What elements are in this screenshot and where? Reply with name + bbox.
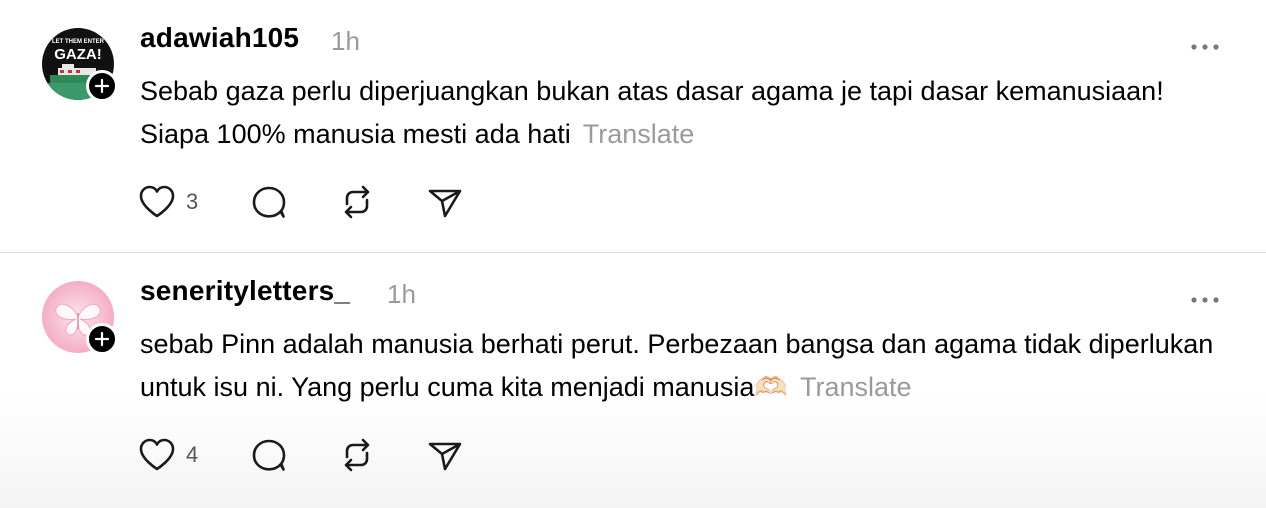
more-button[interactable] (1190, 38, 1220, 50)
share-button[interactable] (426, 182, 464, 222)
more-icon (1191, 297, 1219, 303)
avatar-container[interactable]: LET THEM ENTER GAZA! (42, 28, 118, 104)
like-button[interactable]: 3 (138, 182, 198, 222)
action-bar: 3 (138, 182, 478, 222)
translate-link[interactable]: Translate (800, 372, 912, 402)
send-icon (428, 442, 462, 471)
username[interactable]: senerityletters_ (140, 275, 350, 307)
more-button[interactable] (1190, 291, 1220, 303)
post: LET THEM ENTER GAZA! adawiah105 1h Sebab… (0, 0, 1266, 252)
avatar-container[interactable] (42, 281, 118, 357)
repost-button[interactable] (338, 435, 376, 475)
post-text-container: Sebab gaza perlu diperjuangkan bukan ata… (140, 70, 1230, 156)
send-icon (428, 189, 462, 218)
more-icon (1191, 44, 1219, 50)
avatar-title: GAZA! (54, 46, 102, 63)
post-text: sebab Pinn adalah manusia berhati perut.… (140, 329, 1214, 402)
timestamp: 1h (387, 279, 416, 309)
heart-icon (139, 438, 175, 471)
timestamp: 1h (331, 26, 360, 56)
avatar-caption: LET THEM ENTER (52, 39, 105, 45)
repost-button[interactable] (338, 182, 376, 222)
like-count: 3 (186, 189, 199, 214)
plus-icon (94, 331, 110, 347)
reply-button[interactable] (250, 435, 288, 475)
reply-button[interactable] (250, 182, 288, 222)
heart-icon (139, 185, 175, 218)
comment-icon (252, 186, 286, 218)
thread-feed: LET THEM ENTER GAZA! adawiah105 1h Sebab… (0, 0, 1266, 508)
username[interactable]: adawiah105 (140, 22, 299, 54)
post-text-container: sebab Pinn adalah manusia berhati perut.… (140, 323, 1230, 409)
like-button[interactable]: 4 (138, 435, 198, 475)
plus-icon (94, 78, 110, 94)
post: senerityletters_ 1h sebab Pinn adalah ma… (0, 253, 1266, 508)
repost-icon (344, 185, 370, 219)
share-button[interactable] (426, 435, 464, 475)
comment-icon (252, 439, 286, 471)
action-bar: 4 (138, 435, 478, 475)
follow-button[interactable] (86, 70, 118, 102)
translate-link[interactable]: Translate (583, 119, 695, 149)
repost-icon (344, 438, 370, 472)
like-count: 4 (186, 442, 199, 467)
follow-button[interactable] (86, 323, 118, 355)
